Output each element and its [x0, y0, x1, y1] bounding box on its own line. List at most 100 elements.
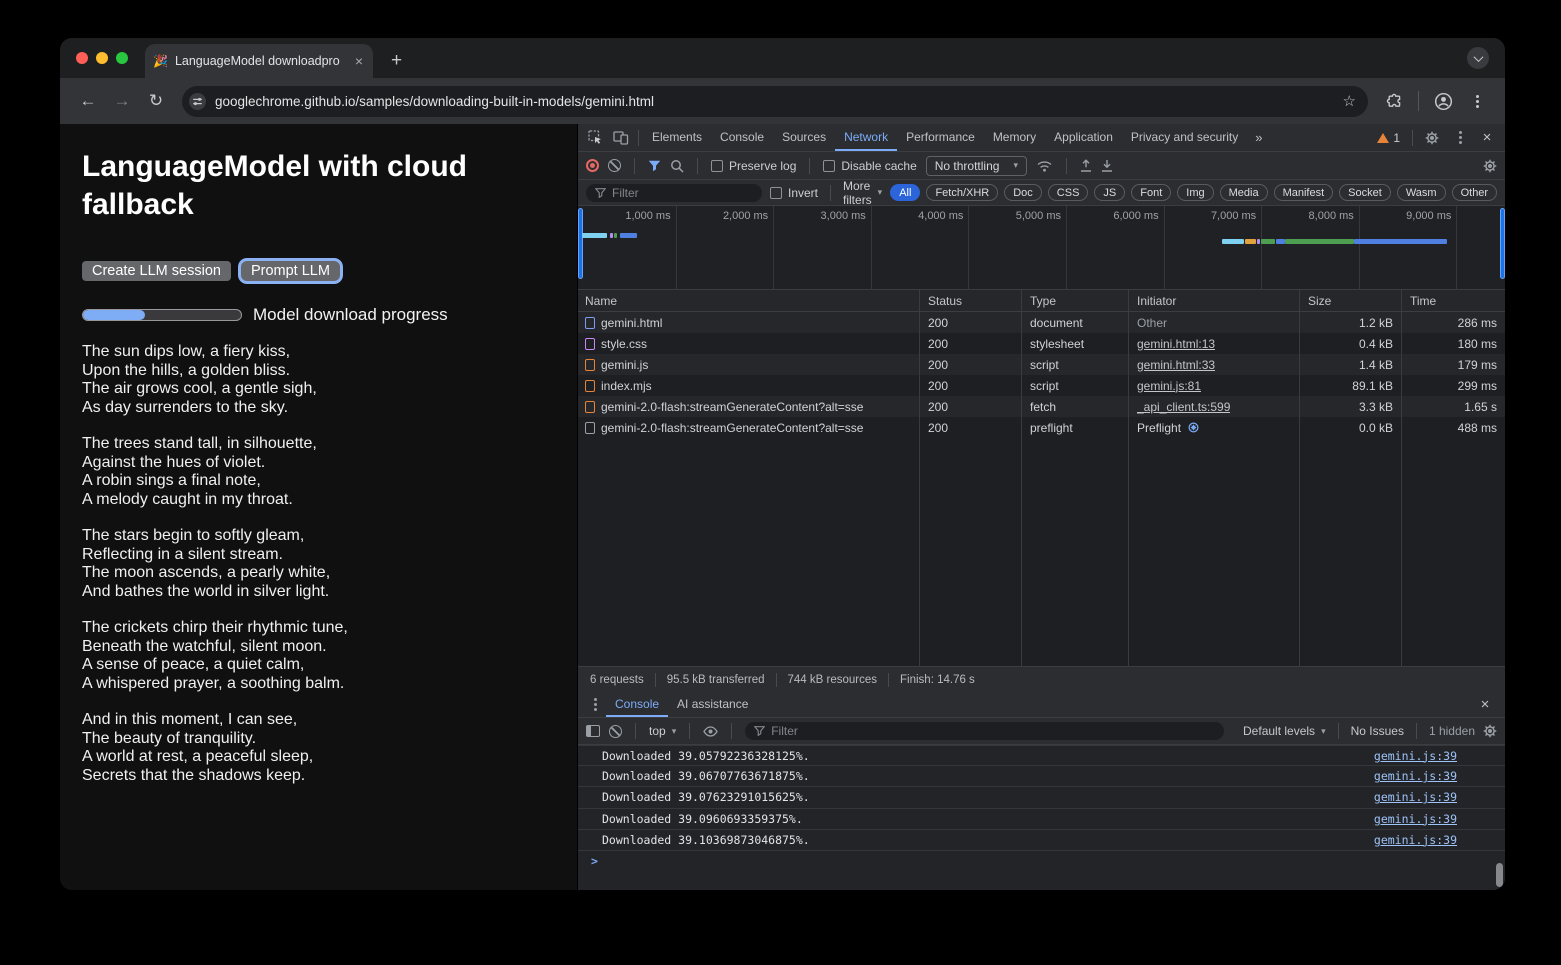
site-info-icon[interactable] — [189, 93, 206, 110]
clear-network-log-icon[interactable] — [608, 159, 621, 172]
console-source-link[interactable]: gemini.js:39 — [1374, 790, 1457, 804]
request-type-chip-manifest[interactable]: Manifest — [1274, 184, 1334, 201]
browser-tab[interactable]: 🎉 LanguageModel downloadpro × — [145, 44, 373, 78]
devtools-settings-icon[interactable] — [1419, 131, 1445, 145]
console-settings-icon[interactable] — [1483, 724, 1497, 738]
record-network-log-icon[interactable] — [586, 159, 599, 172]
console-filter-input[interactable]: Filter — [745, 722, 1224, 740]
column-header-initiator[interactable]: Initiator — [1129, 290, 1300, 311]
column-header-status[interactable]: Status — [920, 290, 1022, 311]
forward-button[interactable]: → — [108, 91, 136, 111]
console-scrollbar-thumb[interactable] — [1496, 863, 1503, 887]
request-type-chip-font[interactable]: Font — [1131, 184, 1171, 201]
prompt-llm-button[interactable]: Prompt LLM — [241, 261, 340, 281]
console-context-select[interactable]: top ▾ — [649, 724, 676, 738]
network-overview[interactable]: 1,000 ms2,000 ms3,000 ms4,000 ms5,000 ms… — [578, 206, 1505, 290]
request-type-chip-wasm[interactable]: Wasm — [1397, 184, 1446, 201]
network-settings-icon[interactable] — [1483, 159, 1497, 173]
request-type-chip-fetchxhr[interactable]: Fetch/XHR — [926, 184, 998, 201]
network-request-row[interactable]: gemini.html200documentOther1.2 kB286 ms — [578, 312, 1505, 333]
devtools-tab-performance[interactable]: Performance — [897, 124, 984, 151]
request-name-cell[interactable]: style.css — [578, 333, 920, 354]
request-type-chip-socket[interactable]: Socket — [1339, 184, 1391, 201]
network-filter-input[interactable]: Filter — [586, 184, 762, 202]
address-bar[interactable]: googlechrome.github.io/samples/downloadi… — [182, 86, 1368, 117]
drawer-tab-ai-assistance[interactable]: AI assistance — [668, 692, 757, 717]
console-message[interactable]: Downloaded 39.05792236328125%.gemini.js:… — [578, 745, 1505, 766]
preserve-log-checkbox[interactable]: Preserve log — [711, 159, 796, 173]
console-source-link[interactable]: gemini.js:39 — [1374, 749, 1457, 763]
browser-menu-icon[interactable] — [1463, 100, 1491, 103]
request-type-chip-doc[interactable]: Doc — [1004, 184, 1042, 201]
drawer-close-icon[interactable]: × — [1473, 696, 1497, 713]
new-tab-button[interactable]: + — [387, 51, 406, 70]
issues-label[interactable]: No Issues — [1351, 724, 1404, 738]
more-filters-button[interactable]: More filters ▾ — [843, 179, 882, 207]
console-message[interactable]: Downloaded 39.07623291015625%.gemini.js:… — [578, 787, 1505, 808]
request-initiator-link[interactable]: gemini.js:81 — [1137, 379, 1201, 393]
devtools-close-icon[interactable]: × — [1475, 129, 1499, 146]
column-header-time[interactable]: Time — [1402, 290, 1505, 311]
back-button[interactable]: ← — [74, 91, 102, 111]
console-source-link[interactable]: gemini.js:39 — [1374, 769, 1457, 783]
request-name-cell[interactable]: index.mjs — [578, 375, 920, 396]
console-source-link[interactable]: gemini.js:39 — [1374, 833, 1457, 847]
devtools-tab-memory[interactable]: Memory — [984, 124, 1045, 151]
more-panels-icon[interactable]: » — [1247, 130, 1270, 145]
network-request-row[interactable]: gemini.js200scriptgemini.html:331.4 kB17… — [578, 354, 1505, 375]
console-messages[interactable]: Downloaded 39.05792236328125%.gemini.js:… — [578, 745, 1505, 890]
console-prompt[interactable]: > — [578, 851, 1505, 872]
network-request-row[interactable]: gemini-2.0-flash:streamGenerateContent?a… — [578, 396, 1505, 417]
reload-button[interactable]: ↻ — [142, 91, 170, 111]
network-request-row[interactable]: index.mjs200scriptgemini.js:8189.1 kB299… — [578, 375, 1505, 396]
network-request-row[interactable]: gemini-2.0-flash:streamGenerateContent?a… — [578, 417, 1505, 438]
request-name-cell[interactable]: gemini.html — [578, 312, 920, 333]
filter-toggle-icon[interactable] — [648, 160, 661, 172]
devtools-menu-icon[interactable] — [1447, 136, 1473, 139]
export-har-icon[interactable] — [1101, 159, 1113, 172]
request-type-chip-img[interactable]: Img — [1177, 184, 1213, 201]
console-source-link[interactable]: gemini.js:39 — [1374, 812, 1457, 826]
devtools-tab-network[interactable]: Network — [835, 124, 897, 151]
overview-right-handle[interactable] — [1500, 208, 1505, 279]
devtools-tab-sources[interactable]: Sources — [773, 124, 835, 151]
tab-close-icon[interactable]: × — [353, 54, 365, 68]
url-text[interactable]: googlechrome.github.io/samples/downloadi… — [215, 94, 1328, 109]
tab-search-button[interactable] — [1467, 47, 1489, 69]
create-llm-session-button[interactable]: Create LLM session — [82, 261, 231, 281]
bookmark-star-icon[interactable]: ☆ — [1337, 92, 1362, 110]
drawer-tab-console[interactable]: Console — [606, 692, 668, 717]
search-icon[interactable] — [670, 159, 684, 173]
request-initiator-link[interactable]: gemini.html:33 — [1137, 358, 1215, 372]
import-har-icon[interactable] — [1080, 159, 1092, 172]
zoom-window-button[interactable] — [116, 52, 128, 64]
devtools-tab-privacy-and-security[interactable]: Privacy and security — [1122, 124, 1247, 151]
inspect-element-icon[interactable] — [582, 130, 608, 145]
devtools-tab-application[interactable]: Application — [1045, 124, 1122, 151]
column-header-name[interactable]: Name — [578, 290, 920, 311]
disable-cache-checkbox[interactable]: Disable cache — [823, 159, 916, 173]
extensions-icon[interactable] — [1380, 93, 1408, 110]
device-toolbar-icon[interactable] — [608, 130, 634, 145]
request-name-cell[interactable]: gemini-2.0-flash:streamGenerateContent?a… — [578, 417, 920, 438]
request-type-chip-media[interactable]: Media — [1220, 184, 1268, 201]
request-initiator-link[interactable]: gemini.html:13 — [1137, 337, 1215, 351]
live-expression-eye-icon[interactable] — [703, 726, 718, 737]
drawer-menu-icon[interactable] — [586, 703, 604, 706]
minimize-window-button[interactable] — [96, 52, 108, 64]
column-header-size[interactable]: Size — [1300, 290, 1402, 311]
request-type-chip-other[interactable]: Other — [1452, 184, 1498, 201]
devtools-tab-elements[interactable]: Elements — [643, 124, 711, 151]
network-conditions-icon[interactable] — [1036, 159, 1053, 173]
hidden-messages-label[interactable]: 1 hidden — [1429, 724, 1475, 738]
console-message[interactable]: Downloaded 39.10369873046875%.gemini.js:… — [578, 830, 1505, 851]
console-message[interactable]: Downloaded 39.0960693359375%.gemini.js:3… — [578, 809, 1505, 830]
column-header-type[interactable]: Type — [1022, 290, 1129, 311]
request-type-chip-css[interactable]: CSS — [1048, 184, 1089, 201]
request-type-chip-all[interactable]: All — [890, 184, 920, 201]
console-message[interactable]: Downloaded 39.06707763671875%.gemini.js:… — [578, 766, 1505, 787]
overview-left-handle[interactable] — [578, 208, 583, 279]
clear-console-icon[interactable] — [609, 725, 622, 738]
invert-checkbox[interactable]: Invert — [770, 186, 818, 200]
request-name-cell[interactable]: gemini.js — [578, 354, 920, 375]
